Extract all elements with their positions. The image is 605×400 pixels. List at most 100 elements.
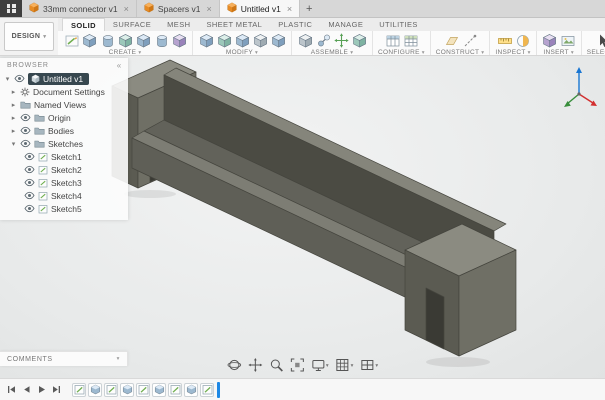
create-sketch-icon[interactable] — [63, 32, 79, 48]
shell-icon[interactable] — [234, 32, 250, 48]
sweep-icon[interactable] — [117, 32, 133, 48]
workspace-selector[interactable]: DESIGN ▾ — [4, 22, 54, 51]
timeline-feature-sketch[interactable] — [200, 383, 214, 397]
visibility-eye-icon[interactable] — [20, 113, 31, 122]
press-pull-icon[interactable] — [198, 32, 214, 48]
extrude-icon[interactable] — [81, 32, 97, 48]
close-tab-icon[interactable]: × — [285, 4, 292, 14]
fit-view-button[interactable] — [290, 358, 304, 374]
skip-start-button[interactable] — [6, 384, 17, 395]
visibility-eye-icon[interactable] — [24, 178, 35, 187]
section-analysis-icon[interactable] — [514, 32, 530, 48]
configure-icon[interactable] — [384, 32, 400, 48]
timeline-position-marker[interactable] — [217, 382, 220, 398]
play-button[interactable] — [36, 384, 47, 395]
browser-item-sketches[interactable]: ▾Sketches — [0, 137, 128, 150]
ribbon-group-label[interactable]: SELECT▾ — [587, 49, 605, 55]
active-document-pill[interactable]: Untitled v1 — [28, 73, 89, 85]
orbit-button[interactable] — [227, 358, 241, 374]
split-body-icon[interactable] — [270, 32, 286, 48]
close-tab-icon[interactable]: × — [204, 4, 211, 14]
measure-icon[interactable] — [496, 32, 512, 48]
ribbon-tab-solid[interactable]: SOLID — [62, 18, 105, 31]
caret-down-icon[interactable]: ▾ — [10, 140, 17, 148]
document-tab-spacers-v1[interactable]: Spacers v1× — [137, 0, 220, 17]
joint-icon[interactable] — [315, 32, 331, 48]
document-tab-33mm-connector-v1[interactable]: 33mm connector v1× — [22, 0, 137, 17]
visibility-eye-icon[interactable] — [20, 139, 31, 148]
ribbon-group-label[interactable]: MODIFY▾ — [226, 49, 258, 55]
zoom-button[interactable] — [269, 358, 283, 374]
caret-right-icon[interactable]: ▸ — [10, 101, 17, 109]
browser-item-origin[interactable]: ▸Origin — [0, 111, 128, 124]
timeline-feature-extrude[interactable] — [120, 383, 134, 397]
move-copy-icon[interactable] — [333, 32, 349, 48]
timeline-feature-sketch[interactable] — [168, 383, 182, 397]
browser-item-sketch4[interactable]: Sketch4 — [0, 189, 128, 202]
grid-settings-button[interactable]: ▾ — [336, 358, 354, 374]
skip-end-button[interactable] — [51, 384, 62, 395]
timeline-feature-extrude[interactable] — [152, 383, 166, 397]
visibility-eye-icon[interactable] — [24, 165, 35, 174]
pan-button[interactable] — [248, 358, 262, 374]
visibility-eye-icon[interactable] — [24, 152, 35, 161]
visibility-eye-icon[interactable] — [24, 204, 35, 213]
visibility-eye-icon[interactable] — [14, 74, 25, 83]
visibility-eye-icon[interactable] — [20, 126, 31, 135]
offset-plane-icon[interactable] — [443, 32, 459, 48]
ribbon-tab-manage[interactable]: MANAGE — [320, 18, 371, 31]
caret-right-icon[interactable]: ▸ — [10, 114, 17, 122]
viewport-canvas[interactable]: BROWSER « ▾ Untitled v1 ▸Document Settin… — [0, 56, 605, 378]
caret-down-icon[interactable]: ▾ — [4, 75, 11, 83]
timeline-feature-extrude[interactable] — [88, 383, 102, 397]
ribbon-group-label[interactable]: CONSTRUCT▾ — [436, 49, 485, 55]
ribbon-tab-plastic[interactable]: PLASTIC — [270, 18, 320, 31]
browser-item-sketch3[interactable]: Sketch3 — [0, 176, 128, 189]
browser-item-sketch2[interactable]: Sketch2 — [0, 163, 128, 176]
form-icon[interactable] — [171, 32, 187, 48]
ribbon-group-label[interactable]: ASSEMBLE▾ — [311, 49, 354, 55]
collapse-panel-icon[interactable]: « — [117, 61, 122, 70]
timeline-feature-sketch[interactable] — [72, 383, 86, 397]
combine-icon[interactable] — [252, 32, 268, 48]
viewports-button[interactable]: ▾ — [360, 358, 378, 374]
ribbon-group-label[interactable]: CONFIGURE▾ — [378, 49, 425, 55]
new-tab-button[interactable]: + — [300, 0, 318, 17]
browser-item-named-views[interactable]: ▸Named Views — [0, 98, 128, 111]
ribbon-group-label[interactable]: INSPECT▾ — [495, 49, 530, 55]
insert-derive-icon[interactable] — [542, 32, 558, 48]
timeline-feature-sketch[interactable] — [104, 383, 118, 397]
document-tab-untitled-v1[interactable]: Untitled v1× — [220, 0, 300, 17]
view-axes-indicator[interactable] — [563, 64, 599, 118]
browser-item-bodies[interactable]: ▸Bodies — [0, 124, 128, 137]
visibility-eye-icon[interactable] — [24, 191, 35, 200]
browser-item-sketch5[interactable]: Sketch5 — [0, 202, 128, 215]
revolve-icon[interactable] — [99, 32, 115, 48]
ribbon-group-label[interactable]: CREATE▾ — [109, 49, 142, 55]
step-back-button[interactable] — [21, 384, 32, 395]
fillet-icon[interactable] — [216, 32, 232, 48]
timeline-feature-sketch[interactable] — [136, 383, 150, 397]
comments-panel[interactable]: COMMENTS ▾ — [0, 351, 128, 366]
caret-right-icon[interactable]: ▸ — [10, 88, 17, 96]
display-settings-button[interactable]: ▾ — [311, 358, 329, 374]
ribbon-group-label[interactable]: INSERT▾ — [543, 49, 574, 55]
app-grid-button[interactable] — [0, 0, 22, 17]
caret-right-icon[interactable]: ▸ — [10, 127, 17, 135]
ribbon-tab-surface[interactable]: SURFACE — [105, 18, 159, 31]
construction-axis-icon[interactable] — [461, 32, 477, 48]
ribbon-tab-utilities[interactable]: UTILITIES — [371, 18, 426, 31]
hole-icon[interactable] — [153, 32, 169, 48]
ribbon-tab-mesh[interactable]: MESH — [159, 18, 198, 31]
timeline-feature-extrude[interactable] — [184, 383, 198, 397]
loft-icon[interactable] — [135, 32, 151, 48]
new-component-icon[interactable] — [297, 32, 313, 48]
close-tab-icon[interactable]: × — [122, 4, 129, 14]
configuration-table-icon[interactable] — [402, 32, 418, 48]
select-cursor-icon[interactable] — [595, 32, 605, 48]
browser-root-item[interactable]: ▾ Untitled v1 — [0, 72, 128, 85]
insert-canvas-icon[interactable] — [560, 32, 576, 48]
browser-item-sketch1[interactable]: Sketch1 — [0, 150, 128, 163]
ribbon-tab-sheet-metal[interactable]: SHEET METAL — [198, 18, 270, 31]
browser-item-document-settings[interactable]: ▸Document Settings — [0, 85, 128, 98]
